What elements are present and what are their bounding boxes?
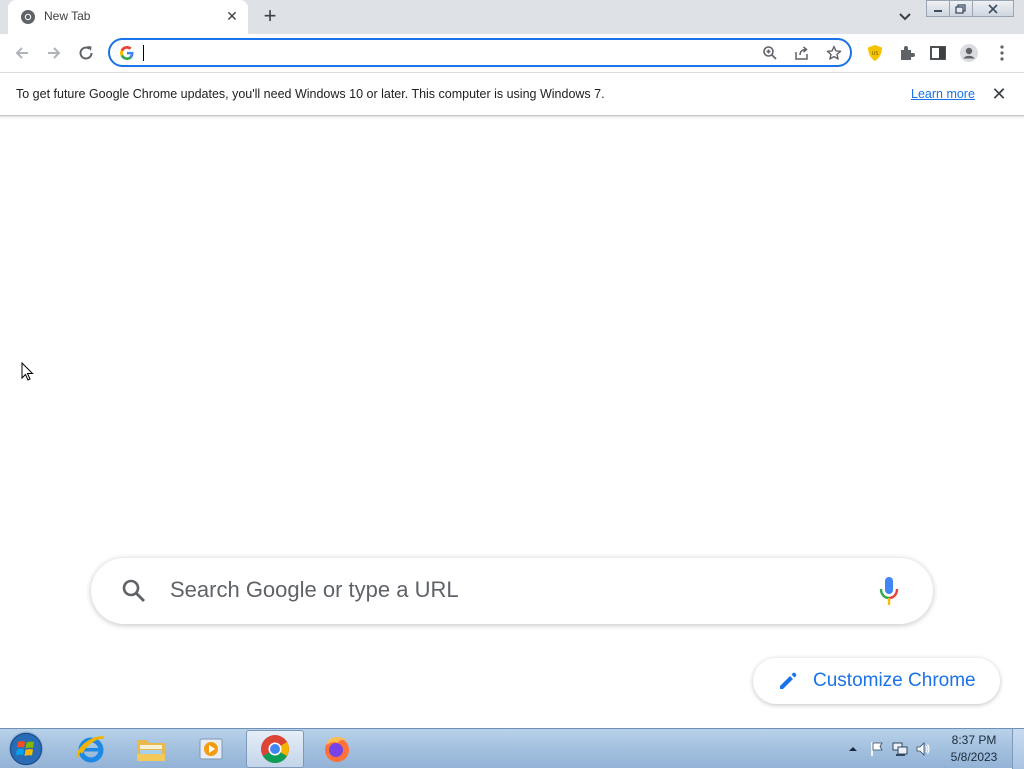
show-desktop-button[interactable] xyxy=(1012,729,1024,769)
search-icon xyxy=(122,579,145,602)
reload-icon xyxy=(79,46,93,60)
profile-button[interactable] xyxy=(958,42,980,64)
side-panel-icon xyxy=(930,46,946,60)
taskbar-firefox[interactable] xyxy=(308,730,366,768)
forward-button[interactable] xyxy=(42,41,66,65)
close-window-button[interactable] xyxy=(972,0,1014,17)
clock-time: 8:37 PM xyxy=(951,733,997,747)
tab-close-icon[interactable]: ✕ xyxy=(224,8,240,24)
address-bar[interactable] xyxy=(108,38,852,67)
window-controls xyxy=(926,0,1014,18)
start-button[interactable] xyxy=(6,730,46,768)
chrome-window: New Tab ✕ + US To get future Google Chro… xyxy=(0,0,1024,728)
network-icon[interactable] xyxy=(892,741,908,757)
ntp-search-placeholder: Search Google or type a URL xyxy=(170,577,459,602)
restore-button[interactable] xyxy=(949,0,973,17)
update-infobar: To get future Google Chrome updates, you… xyxy=(0,72,1024,116)
taskbar: 8:37 PM 5/8/2023 xyxy=(0,728,1024,769)
taskbar-internet-explorer[interactable] xyxy=(62,730,120,768)
text-caret xyxy=(143,45,144,61)
bookmark-star-icon xyxy=(826,45,842,60)
customize-chrome-label: Customize Chrome xyxy=(813,670,976,691)
share-icon xyxy=(795,46,808,60)
back-icon xyxy=(15,47,28,59)
clock[interactable]: 8:37 PM 5/8/2023 xyxy=(936,732,1012,766)
zoom-icon xyxy=(763,46,777,60)
bookmark-button[interactable] xyxy=(825,44,843,62)
google-g-icon xyxy=(120,46,134,60)
ntp-search-box[interactable]: Search Google or type a URL xyxy=(91,558,933,624)
minimize-button[interactable] xyxy=(926,0,950,17)
folder-icon xyxy=(137,740,165,761)
internet-explorer-icon xyxy=(76,736,105,763)
extension-shield-icon: US xyxy=(868,45,882,61)
show-hidden-icons-chevron-icon[interactable] xyxy=(847,743,859,755)
share-button[interactable] xyxy=(793,44,811,62)
mouse-cursor-icon xyxy=(21,362,34,381)
tab-title: New Tab xyxy=(44,9,91,23)
clock-date: 5/8/2023 xyxy=(950,750,998,764)
infobar-close-icon[interactable]: ✕ xyxy=(990,85,1008,103)
tab-new-tab[interactable]: New Tab ✕ xyxy=(8,0,248,34)
taskbar-windows-explorer[interactable] xyxy=(122,730,180,768)
reload-button[interactable] xyxy=(74,41,98,65)
new-tab-button[interactable]: + xyxy=(258,5,282,29)
menu-button[interactable] xyxy=(991,42,1013,64)
forward-icon xyxy=(48,47,61,59)
back-button[interactable] xyxy=(10,41,34,65)
puzzle-icon xyxy=(901,46,915,60)
pencil-icon xyxy=(780,672,797,689)
taskbar-media-player[interactable] xyxy=(182,730,240,768)
media-player-icon xyxy=(199,738,223,760)
svg-text:US: US xyxy=(872,51,879,57)
address-input[interactable] xyxy=(142,43,722,63)
minimize-icon xyxy=(934,9,942,12)
action-center-flag-icon[interactable] xyxy=(869,741,885,757)
close-window-icon xyxy=(988,3,998,14)
chrome-icon xyxy=(261,735,289,764)
tab-search-chevron-icon[interactable] xyxy=(895,8,915,26)
taskbar-google-chrome[interactable] xyxy=(246,730,304,768)
customize-chrome-button[interactable]: Customize Chrome xyxy=(753,658,1000,704)
extension-shield-button[interactable]: US xyxy=(864,42,886,64)
menu-icon xyxy=(1000,45,1004,61)
volume-icon[interactable] xyxy=(915,741,931,757)
restore-icon xyxy=(955,3,966,14)
chrome-favicon-icon xyxy=(21,10,35,24)
microphone-icon[interactable] xyxy=(877,575,901,607)
tab-strip: New Tab ✕ + xyxy=(0,0,1024,34)
firefox-icon xyxy=(325,736,349,762)
profile-icon xyxy=(960,44,978,62)
zoom-button[interactable] xyxy=(761,44,779,62)
side-panel-button[interactable] xyxy=(927,42,949,64)
extensions-button[interactable] xyxy=(896,42,918,64)
infobar-message: To get future Google Chrome updates, you… xyxy=(16,87,605,101)
learn-more-link[interactable]: Learn more xyxy=(911,87,975,101)
toolbar: US xyxy=(0,34,1024,72)
